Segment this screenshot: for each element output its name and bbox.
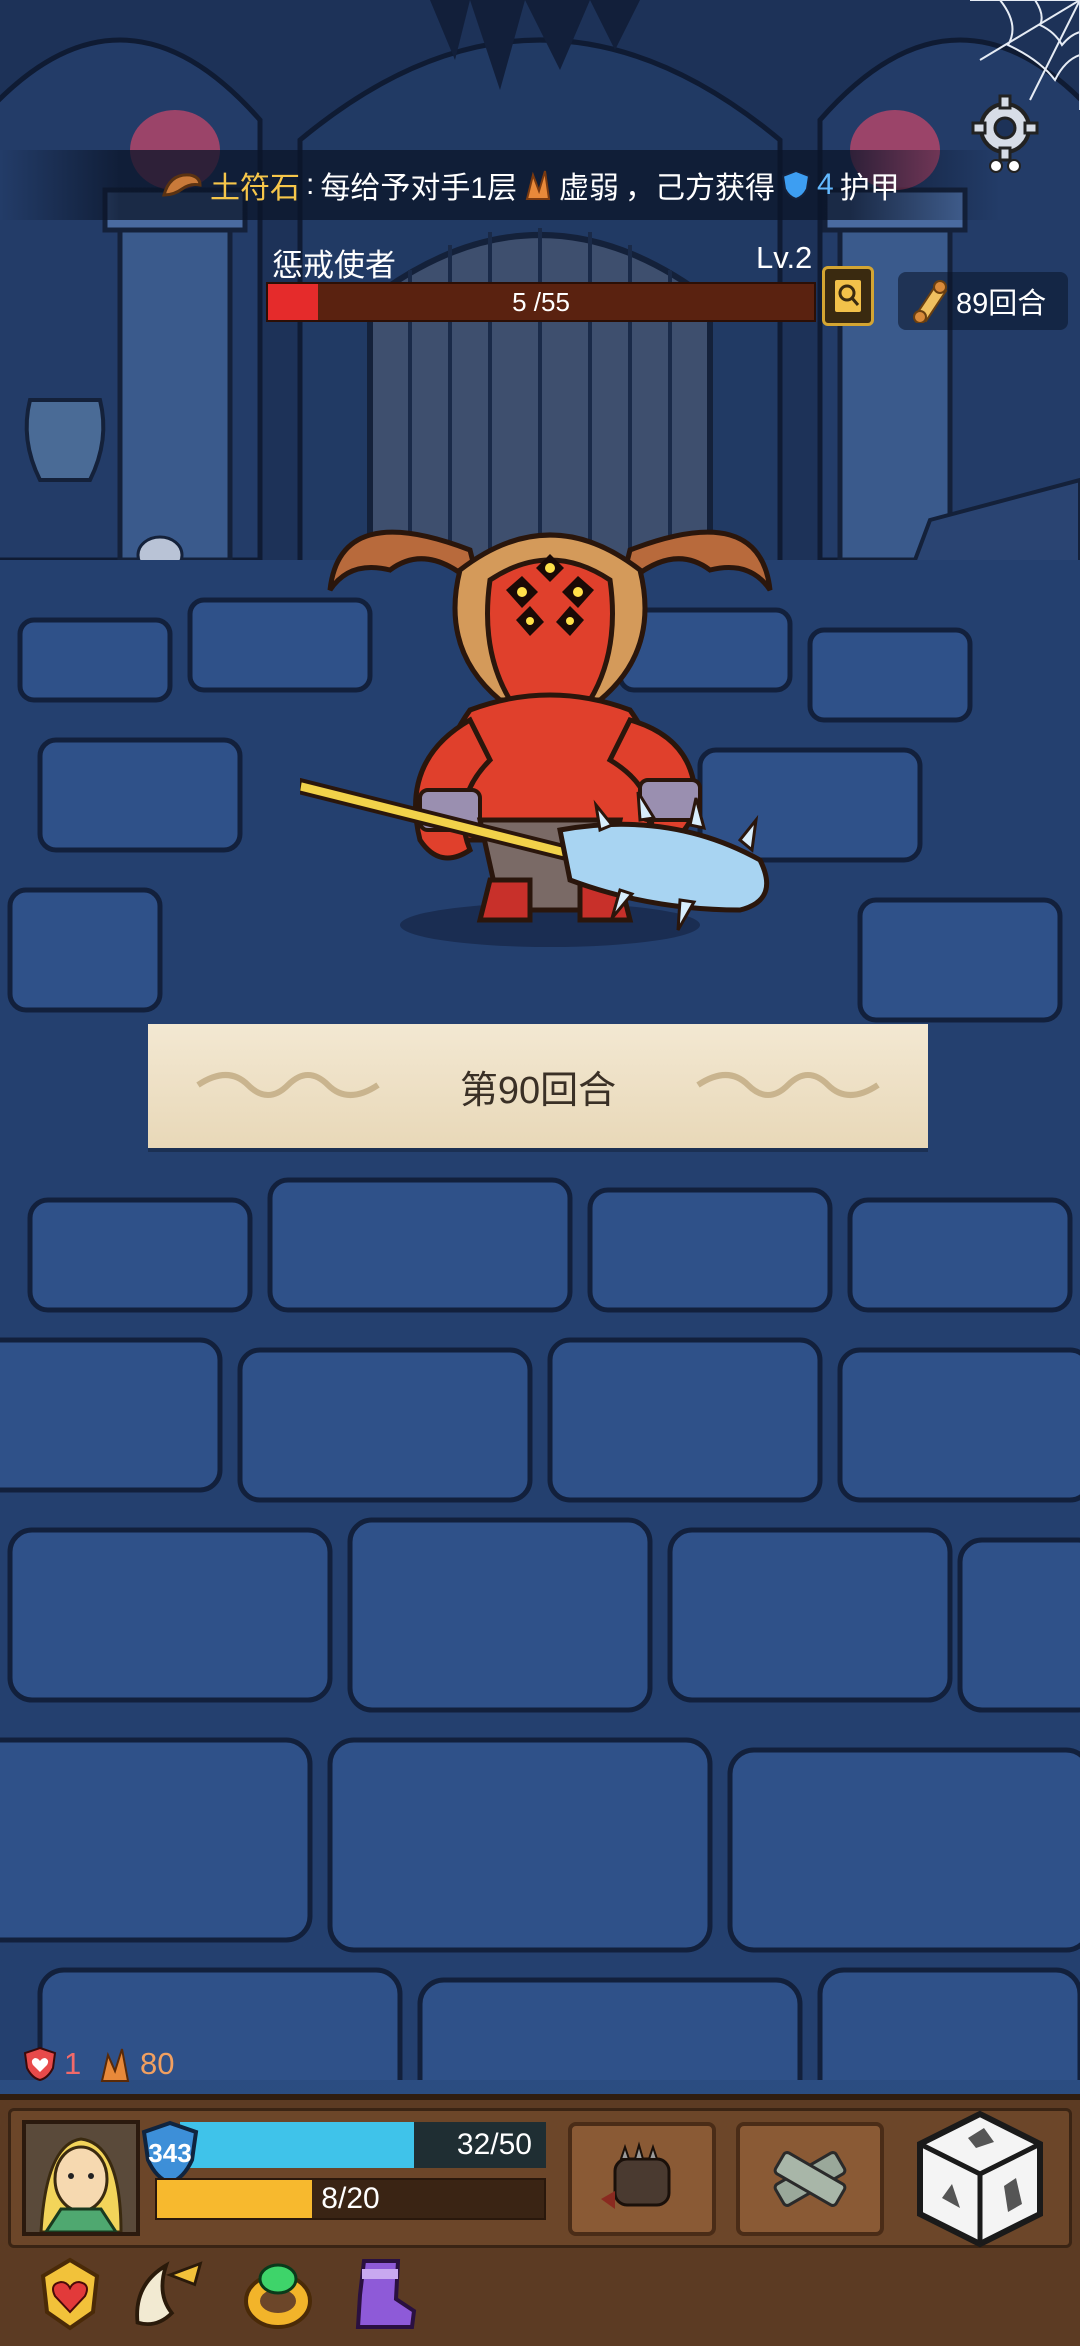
round-number-text: 第90回合 [459, 1069, 617, 1112]
weak-count: 80 [140, 2046, 175, 2081]
relic-bar [0, 2246, 1080, 2340]
avatar [26, 2124, 136, 2232]
player-hp-fill [180, 2122, 415, 2168]
player-armor-value: 343 [148, 2137, 192, 2168]
horn-icon [135, 2261, 203, 2327]
turns-remaining-text: 89回合 [956, 288, 1047, 320]
rune-armor-word: 护甲 [839, 172, 900, 205]
armor-shield-icon [781, 169, 811, 201]
rune-effect-bar: 土符石 : 每给予对手1层 虚弱 ，己方获得 4 护甲 [0, 150, 1000, 220]
relic-purple-boot[interactable] [342, 2254, 422, 2334]
player-weak-status[interactable]: 80 [98, 2044, 174, 2084]
player-energy-text: 8/20 [321, 2182, 380, 2215]
earth-rune-icon [162, 173, 202, 197]
dice-icon[interactable] [912, 2108, 1048, 2248]
enemy-codex-button[interactable] [822, 266, 874, 326]
skill-slot-fist[interactable] [568, 2122, 716, 2236]
banner-ornament-left [196, 1072, 380, 1098]
battle-scene: 土符石 : 每给予对手1层 虚弱 ，己方获得 4 护甲 惩戒使者 Lv.2 5 … [0, 0, 1080, 2346]
bandage-icon [773, 2151, 847, 2207]
rune-colon: : [306, 168, 315, 201]
player-hp-text: 32/50 [456, 2128, 532, 2161]
player-energy-bar: 8/20 [155, 2178, 546, 2220]
relic-emerald-ring[interactable] [238, 2254, 318, 2334]
enemy-demon-sprite[interactable] [300, 480, 800, 960]
enemy-hp-bar: 5 /55 [266, 282, 816, 322]
emerald-ring-icon [244, 2263, 312, 2329]
rune-name: 土符石 [210, 172, 300, 205]
rune-mid: ，己方获得 [625, 172, 776, 205]
relic-heart-amulet[interactable] [30, 2254, 110, 2334]
spiked-fist-icon [601, 2141, 671, 2209]
player-armor-badge: 343 [140, 2120, 200, 2186]
weak-icon [525, 170, 551, 200]
rune-armor-amount: 4 [817, 168, 834, 201]
scroll-icon [913, 280, 948, 323]
turns-remaining-panel: 89回合 [898, 272, 1068, 330]
player-portrait[interactable] [22, 2120, 140, 2236]
round-banner: 第90回合 [148, 1024, 928, 1148]
purple-boot-icon [355, 2259, 417, 2329]
heart-amulet-icon [40, 2257, 100, 2331]
rune-effect-prefix: 每给予对手1层 [320, 172, 518, 205]
relic-horn[interactable] [128, 2254, 208, 2334]
weak-flame-icon [100, 2048, 130, 2082]
heart-shield-icon [23, 2046, 57, 2082]
magnifier-book-icon [833, 278, 863, 314]
player-shield-status[interactable]: 1 [22, 2044, 81, 2084]
player-hp-bar: 32/50 [180, 2122, 546, 2168]
gear-icon[interactable] [960, 90, 1050, 180]
skill-slot-bandage[interactable] [736, 2122, 884, 2236]
enemy-name: 惩戒使者 [272, 248, 396, 283]
enemy-level: Lv.2 [756, 240, 813, 275]
banner-ornament-right [696, 1072, 880, 1098]
enemy-hp-text: 5 /55 [512, 286, 570, 317]
shield-count: 1 [64, 2046, 82, 2081]
rune-debuff: 虚弱 [559, 172, 620, 205]
